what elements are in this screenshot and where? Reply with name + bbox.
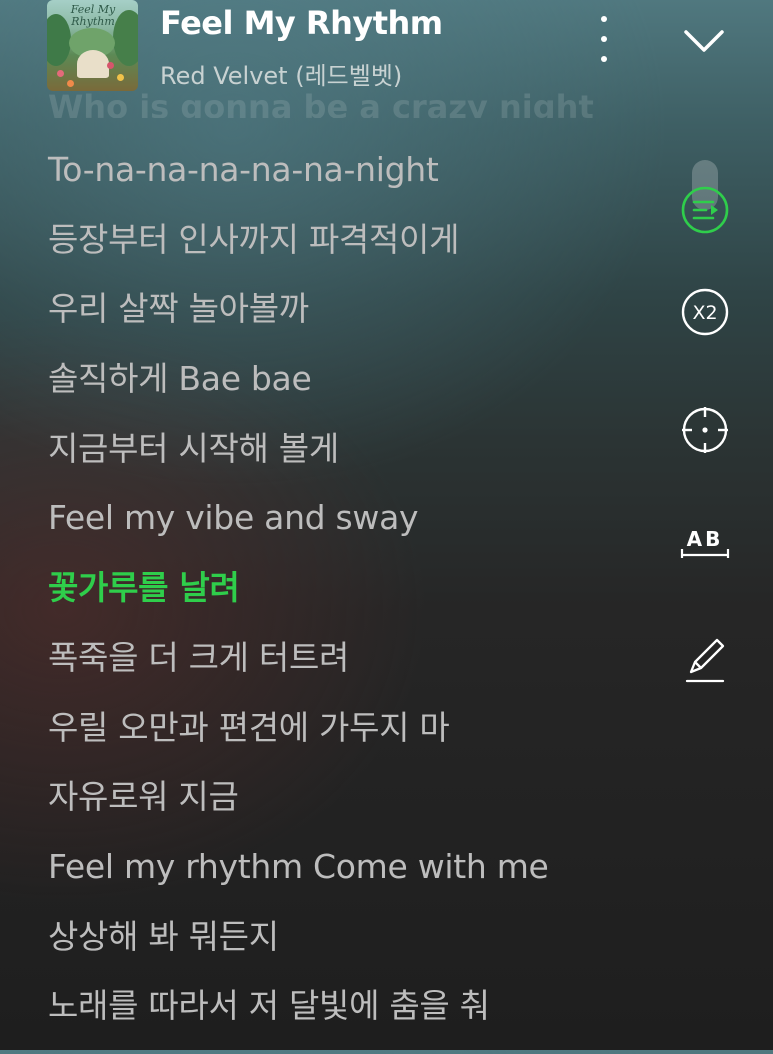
lyric-line[interactable]: 폭죽을 더 크게 터트려: [48, 636, 648, 706]
album-art-flower: [67, 80, 74, 87]
lyric-line[interactable]: 노래를 따라서 저 달빛에 춤을 춰: [48, 984, 648, 1054]
lyrics-list: To-na-na-na-na-na-night 등장부터 인사까지 파격적이게 …: [48, 148, 648, 1054]
ab-repeat-icon: AB: [680, 527, 730, 558]
more-vertical-icon: [601, 56, 607, 62]
locate-current-line-button[interactable]: [679, 404, 731, 456]
edit-lyrics-button[interactable]: [679, 634, 731, 686]
lyric-line[interactable]: 솔직하게 Bae bae: [48, 357, 648, 427]
artist-name[interactable]: Red Velvet (레드벨벳): [160, 56, 402, 91]
song-title: Feel My Rhythm: [160, 4, 443, 42]
chevron-down-icon: [684, 30, 724, 52]
lyric-line[interactable]: 우릴 오만과 편견에 가두지 마: [48, 706, 648, 776]
lyric-line[interactable]: To-na-na-na-na-na-night: [48, 148, 648, 218]
lyric-line[interactable]: 상상해 봐 뭐든지: [48, 915, 648, 985]
lyric-line[interactable]: 지금부터 시작해 볼게: [48, 427, 648, 497]
album-art-title: Feel My Rhythm: [70, 3, 116, 28]
lyrics-sync-button[interactable]: [679, 184, 731, 236]
lyric-line[interactable]: 우리 살짝 놀아볼까: [48, 287, 648, 357]
album-art-flower: [57, 70, 64, 77]
speed-label: X2: [692, 302, 717, 324]
more-vertical-icon: [601, 36, 607, 42]
ab-label: AB: [687, 527, 724, 551]
pencil-underline-icon: [685, 638, 725, 683]
ab-repeat-button[interactable]: AB: [679, 518, 731, 570]
more-vertical-icon: [601, 16, 607, 22]
lyrics-sync-icon: [681, 186, 729, 234]
previous-lyric-line: Who is gonna be a crazy night: [48, 88, 594, 118]
speed-icon: X2: [681, 288, 729, 336]
album-art-flower: [117, 74, 124, 81]
lyric-line[interactable]: 등장부터 인사까지 파격적이게: [48, 218, 648, 288]
playback-speed-button[interactable]: X2: [679, 286, 731, 338]
lyric-line[interactable]: 자유로워 지금: [48, 775, 648, 845]
more-options-button[interactable]: [590, 16, 618, 62]
lyric-line-active[interactable]: 꽃가루를 날려: [48, 566, 648, 636]
lyric-line[interactable]: Feel my vibe and sway: [48, 496, 648, 566]
crosshair-icon: [682, 407, 728, 453]
album-art-flower: [107, 62, 114, 69]
album-art-fountain: [77, 50, 109, 78]
collapse-button[interactable]: [682, 26, 726, 56]
album-art[interactable]: Feel My Rhythm: [47, 0, 138, 91]
lyric-line[interactable]: Feel my rhythm Come with me: [48, 845, 648, 915]
